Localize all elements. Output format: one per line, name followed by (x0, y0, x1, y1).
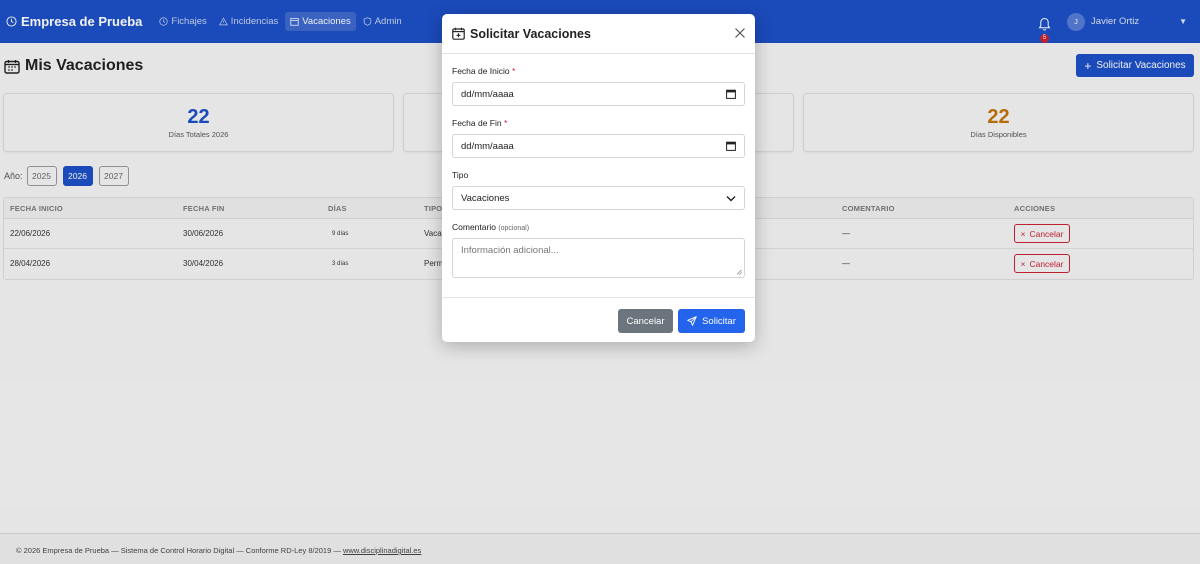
modal-title: Solicitar Vacaciones (452, 27, 591, 41)
send-icon (687, 316, 697, 326)
start-date-label-text: Fecha de Inicio (452, 66, 510, 76)
required-mark: * (512, 66, 516, 76)
comment-textarea[interactable]: Información adicional... (452, 238, 745, 278)
end-date-input[interactable]: dd/mm/aaaa (452, 134, 745, 158)
comment-optional: (opcional) (498, 225, 530, 232)
comment-placeholder: Información adicional... (461, 245, 559, 256)
type-label: Tipo (452, 170, 469, 180)
chevron-down-icon (726, 196, 736, 202)
end-date-label-text: Fecha de Fin (452, 118, 502, 128)
submit-button-label: Solicitar (702, 315, 736, 327)
resize-handle-icon[interactable] (736, 269, 742, 275)
comment-label: Comentario (opcional) (452, 222, 529, 232)
end-date-value: dd/mm/aaaa (461, 140, 514, 152)
modal-title-text: Solicitar Vacaciones (470, 26, 591, 41)
modal-footer: Cancelar Solicitar (442, 297, 755, 342)
start-date-value: dd/mm/aaaa (461, 88, 514, 100)
cancel-button[interactable]: Cancelar (618, 309, 673, 333)
comment-label-text: Comentario (452, 222, 496, 232)
end-date-label: Fecha de Fin * (452, 118, 507, 128)
type-select[interactable]: Vacaciones (452, 186, 745, 210)
modal-header: Solicitar Vacaciones (442, 14, 755, 54)
calendar-icon[interactable] (726, 89, 736, 99)
start-date-input[interactable]: dd/mm/aaaa (452, 82, 745, 106)
request-vacation-modal: Solicitar Vacaciones Fecha de Inicio * d… (442, 14, 755, 342)
calendar-plus-icon (452, 27, 465, 40)
required-mark: * (504, 118, 508, 128)
calendar-icon[interactable] (726, 141, 736, 151)
type-select-value: Vacaciones (461, 192, 510, 204)
close-icon[interactable] (734, 27, 746, 39)
start-date-label: Fecha de Inicio * (452, 66, 515, 76)
submit-button[interactable]: Solicitar (678, 309, 745, 333)
